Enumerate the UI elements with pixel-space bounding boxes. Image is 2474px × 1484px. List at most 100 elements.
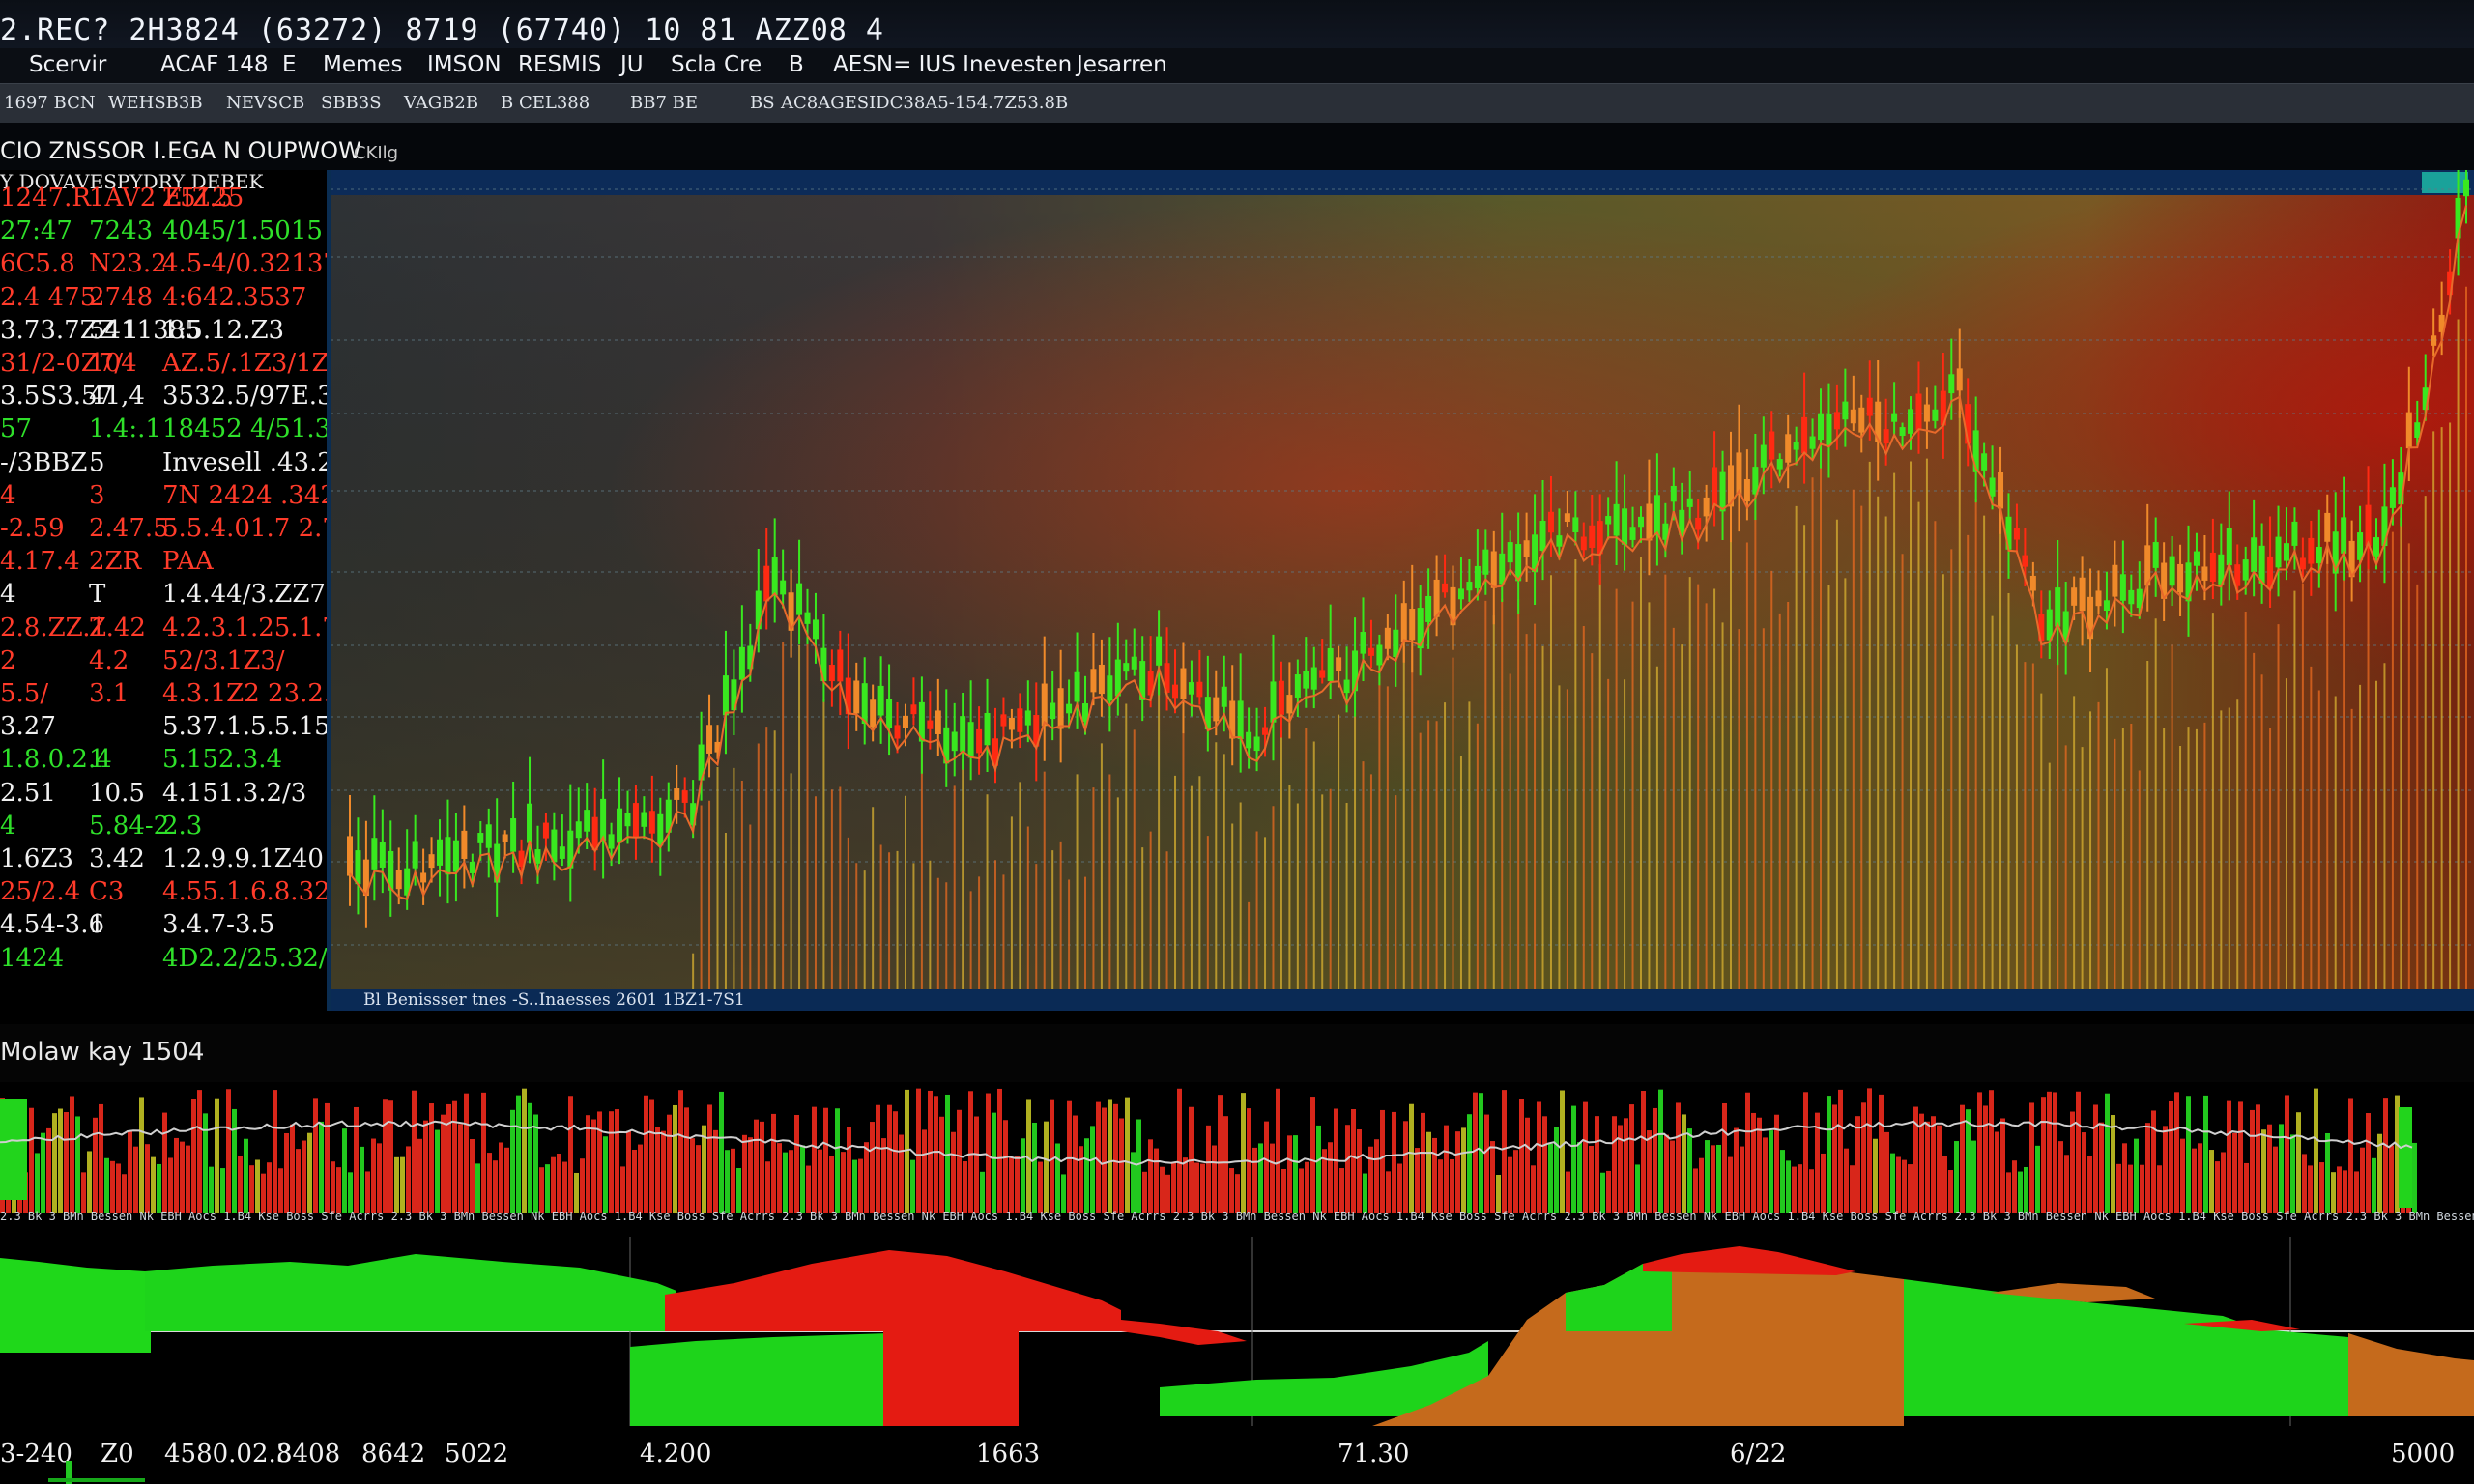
volume-bar [81, 1172, 86, 1213]
volume-bar [591, 1119, 596, 1213]
volume-bar [1409, 1103, 1414, 1213]
watchlist-row[interactable]: 3.27 5.37.1.5.5.15.6.4 [0, 712, 327, 743]
volume-bar [1316, 1125, 1321, 1213]
volume-bar [360, 1146, 364, 1213]
watchlist-row[interactable]: 4 5.84-2 2.3 [0, 812, 327, 842]
last-price-tag[interactable] [2422, 172, 2468, 193]
volume-bar [1264, 1121, 1269, 1213]
candle-body [935, 710, 941, 734]
menu-item-2[interactable]: ACAF 148 [160, 52, 269, 77]
volume-bar [75, 1116, 80, 1213]
watchlist-row[interactable]: 27:47 7243 4045/1.5015 [0, 216, 327, 247]
toolbar-item-4[interactable]: SBB3S [321, 93, 382, 113]
volume-bar [1473, 1092, 1478, 1213]
volume-bar [1676, 1102, 1681, 1213]
volume-bar [760, 1121, 764, 1213]
watchlist-cell-a: 1.6Z3 [0, 844, 73, 873]
toolbar-item-8[interactable]: BS [750, 93, 775, 113]
menu-item-11[interactable]: Jesarren [1077, 52, 1167, 77]
watchlist-row[interactable]: 5.5/3.1 4.3.1Z2 23.2.582 [0, 679, 327, 710]
volume-bar [232, 1108, 237, 1213]
menu-item-6[interactable]: RESMIS [518, 52, 601, 77]
oscillator-chart[interactable] [0, 1233, 2474, 1436]
watchlist-row[interactable]: 1.6Z3 3.42 1.2.9.9.1Z40 [0, 844, 327, 875]
volume-bar [1102, 1107, 1107, 1213]
menu-item-1[interactable]: Scervir [29, 52, 106, 77]
volume-bar [128, 1130, 132, 1213]
watchlist-row[interactable]: 1.8.0.2.4 1 5.152.3.4 [0, 745, 327, 776]
candle-body [1646, 503, 1653, 541]
toolbar-item-2[interactable]: WEHSB3B [108, 93, 203, 113]
candle-body [1253, 736, 1260, 752]
watchlist-row[interactable]: 2.8.ZZ.1Z.424.2.3.1.25.1.7.Z [0, 614, 327, 644]
candle-body [469, 861, 475, 873]
volume-bar [2163, 1126, 2168, 1213]
volume-bar [667, 1114, 672, 1213]
candle-body [395, 870, 402, 890]
watchlist-row[interactable]: 3.5S3.5741,43532.5/97E.3/8 [0, 382, 327, 413]
watchlist-row[interactable]: 2 4.2 52/3.1Z3/ [0, 646, 327, 677]
volume-bar [632, 1149, 637, 1213]
watchlist-row[interactable]: 4 T 1.4.44/3.ZZ774 [0, 580, 327, 611]
candle-body [1736, 452, 1742, 495]
volume-bar [2360, 1147, 2365, 1213]
toolbar-item-6[interactable]: B CEL388 [501, 93, 590, 113]
watchlist-row[interactable]: -2.59 2.47.55.5.4.01.7 2.72 [0, 514, 327, 545]
toolbar-item-7[interactable]: BB7 BE [630, 93, 698, 113]
price-chart[interactable] [331, 170, 2474, 1011]
candle-body [910, 704, 917, 715]
watchlist-cell-c: 52/3.1Z3/ [162, 645, 285, 675]
watchlist-row[interactable]: 4 3 7N 2424 .3424 [0, 481, 327, 512]
toolbar-item-1[interactable]: 1697 BCN [4, 93, 96, 113]
volume-chart[interactable] [0, 1086, 2474, 1213]
watchlist-row[interactable]: 4.17.4 2ZR PAA [0, 547, 327, 578]
watchlist-row[interactable]: 2.4 475 2748 4:642.3537 [0, 283, 327, 314]
watchlist-row[interactable]: 1424 4D2.2/25.32/24 [0, 944, 327, 975]
menu-item-7[interactable]: JU [620, 52, 644, 77]
volume-bar [1542, 1116, 1547, 1213]
volume-bar [615, 1109, 619, 1213]
menu-item-8[interactable]: Scla Cre [671, 52, 762, 77]
volume-bar [2105, 1093, 2110, 1213]
volume-bar [777, 1143, 782, 1213]
watchlist-row[interactable]: 31/2-0Z7/104AZ.5/.1Z3/1Z8 [0, 349, 327, 380]
volume-bar [1490, 1141, 1495, 1213]
toolbar-item-5[interactable]: VAGB2B [404, 93, 478, 113]
volume-bar [661, 1130, 666, 1213]
menu-item-9[interactable]: B [789, 52, 804, 77]
candle-body [1310, 667, 1317, 690]
watchlist-row[interactable]: 3.73.7ZZ 1 5411385 1:5.12.Z3 [0, 316, 327, 347]
menu-item-10[interactable]: AESN= IUS Inevesten [833, 52, 1072, 77]
candle-body [584, 810, 590, 832]
watchlist-row[interactable]: 1247.R 1AV2 EIZ.5 Z5125 [0, 184, 327, 214]
volume-bar [2145, 1123, 2150, 1213]
volume-bar [2296, 1112, 2301, 1213]
volume-bar [1067, 1100, 1072, 1213]
watchlist-row[interactable]: 4.54-3.6 1 3.4.7-3.5 [0, 910, 327, 941]
candle-body [1507, 542, 1513, 563]
candle-body [461, 830, 468, 859]
watchlist-row[interactable]: 2.51 10.5 4.151.3.2/3 [0, 779, 327, 810]
candle-body [681, 790, 688, 803]
candle-body [1833, 412, 1840, 430]
menu-item-3[interactable]: E [282, 52, 297, 77]
volume-bar [2412, 1142, 2417, 1213]
watchlist-row[interactable]: 6C5.8 N23.2 4.5-4/0.32137 [0, 249, 327, 280]
candle-body [2079, 577, 2086, 612]
volume-bar [963, 1161, 967, 1213]
menu-item-4[interactable]: Memes [323, 52, 403, 77]
volume-bar [597, 1111, 602, 1213]
volume-bar [2221, 1152, 2226, 1213]
watchlist-row[interactable]: -/3BBZ5 Invesell .43.29.9.5 [0, 448, 327, 479]
volume-bar [910, 1159, 915, 1213]
watchlist-row[interactable]: 25/2.4 C3 4.55.1.6.8.32 [0, 877, 327, 908]
volume-bar [1142, 1171, 1147, 1213]
toolbar-item-9[interactable]: AC8AGESIDC38A5-154.7Z53.8B [781, 93, 1068, 113]
toolbar-item-3[interactable]: NEVSCB [226, 93, 304, 113]
candle-body [1123, 663, 1130, 672]
volume-bar [812, 1106, 817, 1213]
menu-item-5[interactable]: IMSON [427, 52, 502, 77]
candle-body [2405, 412, 2412, 449]
watchlist-row[interactable]: 57 1.4:.118452 4/51.363 [0, 414, 327, 445]
watchlist-cell-a: 6C5.8 [0, 249, 75, 279]
